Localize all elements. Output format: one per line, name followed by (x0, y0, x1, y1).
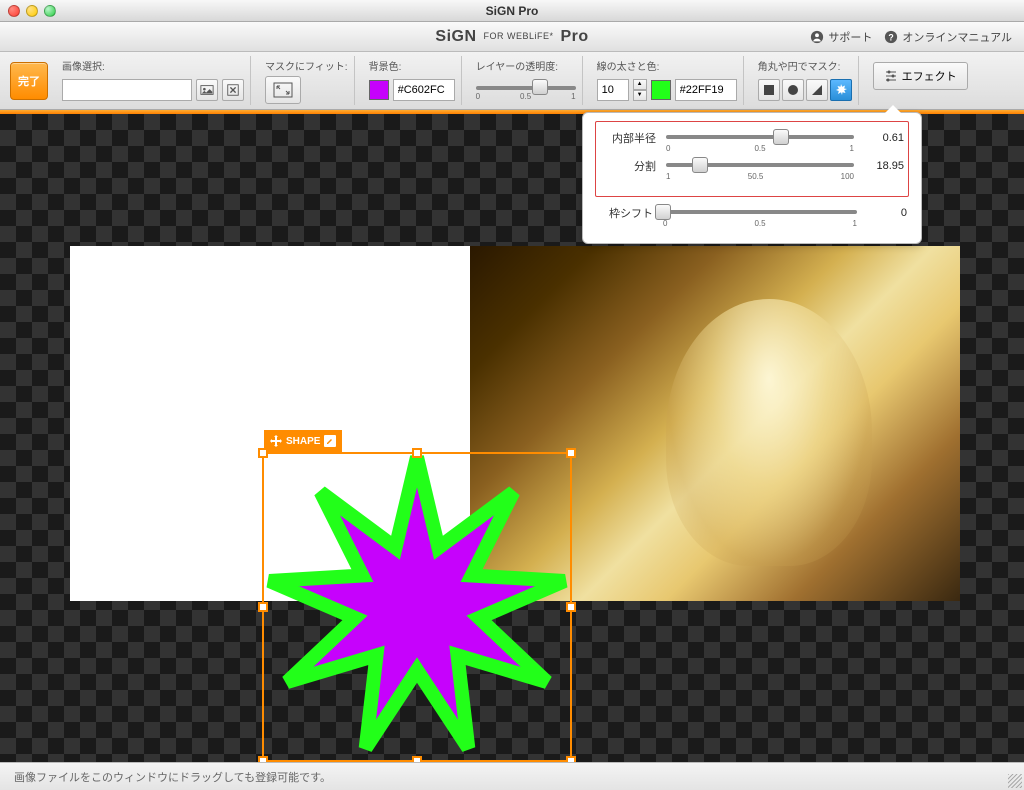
burst-icon (834, 83, 848, 97)
edit-icon (324, 435, 336, 447)
status-bar: 画像ファイルをこのウィンドウにドラッグしても登録可能です。 (0, 762, 1024, 790)
image-select-label: 画像選択: (62, 58, 244, 73)
corner-icon (810, 83, 824, 97)
frame-shift-thumb[interactable] (655, 204, 671, 220)
mask-fit-group: マスクにフィット: (259, 56, 355, 105)
logo-suffix: Pro (560, 28, 588, 45)
sliders-icon (884, 69, 898, 83)
shape-selection[interactable]: SHAPE (262, 452, 572, 762)
logo-sub: FOR WEBLiFE* (483, 31, 553, 41)
shape-tag-label: SHAPE (286, 436, 320, 447)
frame-shift-label: 枠シフト (597, 205, 653, 221)
resize-handle-tl[interactable] (258, 448, 268, 458)
logo-main: SiGN (435, 28, 476, 45)
clear-image-button[interactable] (222, 79, 244, 101)
bg-color-swatch[interactable] (369, 80, 389, 100)
effect-button[interactable]: エフェクト (873, 62, 968, 90)
effect-group: エフェクト (867, 56, 974, 105)
inner-radius-label: 内部半径 (600, 130, 656, 146)
mask-triangle-button[interactable] (806, 79, 828, 101)
opacity-slider[interactable]: 0 0.5 1 (476, 78, 576, 101)
circle-icon (786, 83, 800, 97)
app-logo: SiGN FOR WEBLiFE* Pro (435, 28, 588, 46)
resize-handle-mr[interactable] (566, 602, 576, 612)
image-icon (200, 83, 214, 97)
window-controls (8, 5, 56, 17)
stroke-width-input[interactable] (597, 79, 629, 101)
stroke-label: 線の太さと色: (597, 58, 737, 73)
inner-radius-value: 0.61 (864, 132, 904, 144)
clear-icon (226, 83, 240, 97)
divisions-row: 分割 150.5100 18.95 (600, 156, 904, 176)
svg-text:?: ? (889, 32, 894, 42)
effect-label: エフェクト (902, 68, 957, 84)
mask-square-button[interactable] (758, 79, 780, 101)
popover-highlight-box: 内部半径 00.51 0.61 分割 150.5100 18.95 (595, 121, 909, 197)
support-link[interactable]: サポート (810, 29, 872, 45)
resize-handle-tr[interactable] (566, 448, 576, 458)
square-icon (762, 83, 776, 97)
stroke-color-hex-input[interactable] (675, 79, 737, 101)
done-button[interactable]: 完了 (10, 62, 48, 100)
user-icon (810, 30, 824, 44)
minimize-window-button[interactable] (26, 5, 38, 17)
inner-radius-thumb[interactable] (773, 129, 789, 145)
stroke-color-swatch[interactable] (651, 80, 671, 100)
toolbar: 完了 画像選択: マスクにフィット: 背景色: レイヤーの透明度: (0, 52, 1024, 110)
zoom-window-button[interactable] (44, 5, 56, 17)
stroke-group: 線の太さと色: ▲ ▼ (591, 56, 744, 105)
bg-color-group: 背景色: (363, 56, 462, 105)
mask-shape-label: 角丸や円でマスク: (758, 58, 852, 73)
opacity-label: レイヤーの透明度: (476, 58, 576, 73)
stroke-width-up[interactable]: ▲ (633, 79, 647, 90)
image-path-input[interactable] (62, 79, 192, 101)
bg-color-label: 背景色: (369, 58, 455, 73)
inner-radius-slider[interactable]: 00.51 (666, 128, 854, 148)
status-text: 画像ファイルをこのウィンドウにドラッグしても登録可能です。 (14, 769, 331, 785)
mask-shape-group: 角丸や円でマスク: (752, 56, 859, 105)
opacity-slider-thumb[interactable] (532, 79, 548, 95)
window-title: SiGN Pro (486, 4, 539, 18)
manual-link[interactable]: ? オンラインマニュアル (884, 29, 1012, 45)
mask-burst-button[interactable] (830, 79, 852, 101)
divisions-value: 18.95 (864, 160, 904, 172)
image-select-group: 画像選択: (56, 56, 251, 105)
move-icon (270, 435, 282, 447)
resize-handle-ml[interactable] (258, 602, 268, 612)
manual-label: オンラインマニュアル (902, 29, 1012, 45)
divisions-thumb[interactable] (692, 157, 708, 173)
mask-circle-button[interactable] (782, 79, 804, 101)
resize-grip[interactable] (1008, 774, 1022, 788)
titlebar: SiGN Pro (0, 0, 1024, 22)
stroke-width-down[interactable]: ▼ (633, 90, 647, 101)
frame-shift-value: 0 (867, 207, 907, 219)
resize-handle-tm[interactable] (412, 448, 422, 458)
inner-radius-row: 内部半径 00.51 0.61 (600, 128, 904, 148)
divisions-label: 分割 (600, 158, 656, 174)
fit-to-mask-button[interactable] (265, 76, 301, 104)
mask-settings-popover: 内部半径 00.51 0.61 分割 150.5100 18.95 枠シフト 0… (582, 112, 922, 244)
mask-fit-label: マスクにフィット: (265, 58, 348, 73)
burst-shape[interactable] (257, 447, 577, 767)
header-bar: SiGN FOR WEBLiFE* Pro サポート ? オンラインマニュアル (0, 22, 1024, 52)
stroke-width-stepper: ▲ ▼ (633, 79, 647, 101)
opacity-group: レイヤーの透明度: 0 0.5 1 (470, 56, 583, 105)
help-icon: ? (884, 30, 898, 44)
divisions-slider[interactable]: 150.5100 (666, 156, 854, 176)
frame-shift-slider[interactable]: 00.51 (663, 203, 857, 223)
support-label: サポート (828, 29, 872, 45)
expand-icon (273, 82, 293, 98)
close-window-button[interactable] (8, 5, 20, 17)
browse-image-button[interactable] (196, 79, 218, 101)
frame-shift-row: 枠シフト 00.51 0 (597, 203, 907, 223)
bg-color-hex-input[interactable] (393, 79, 455, 101)
